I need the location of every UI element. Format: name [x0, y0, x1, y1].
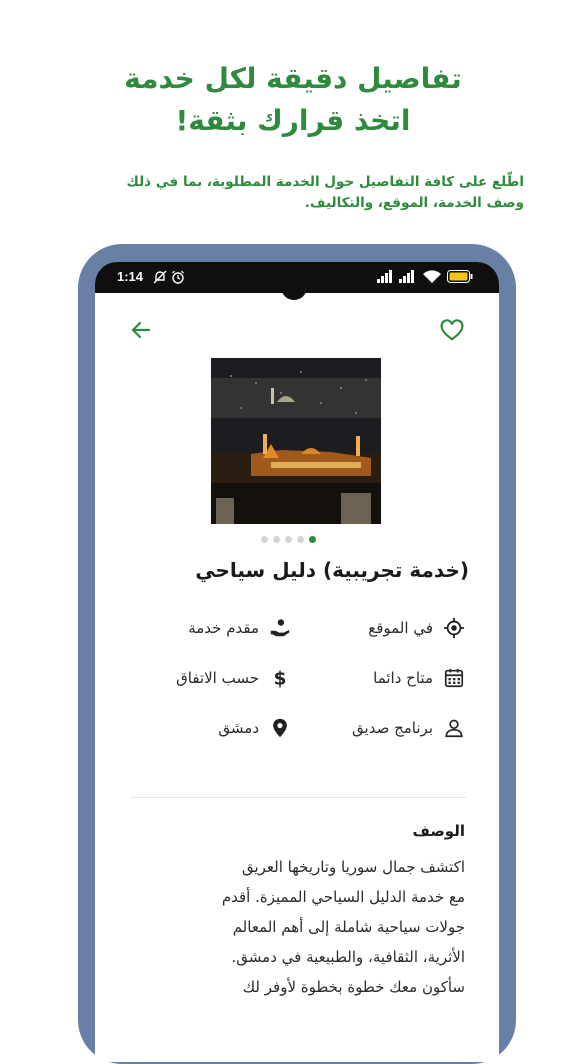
battery-icon [447, 270, 473, 283]
subheadline: اطّلع على كافة التفاصيل حول الخدمة المطل… [40, 172, 525, 214]
phone-screen: 1:14 (خدمة تجريبية) دليل سياحي في الموقع… [95, 262, 499, 1062]
status-time: 1:14 [117, 269, 144, 284]
service-title: (خدمة تجريبية) دليل سياحي [195, 558, 469, 582]
alarm-icon [172, 270, 184, 284]
pagination-dot[interactable] [297, 536, 304, 543]
signal-icon [377, 270, 392, 283]
pagination-dot[interactable] [285, 536, 292, 543]
camera-notch [281, 286, 307, 300]
calendar-icon [444, 668, 464, 688]
mute-icon [153, 270, 167, 284]
description-line: اكتشف جمال سوريا وتاريخها العريق [241, 858, 465, 876]
arrow-back-icon [131, 321, 151, 339]
wifi-icon [423, 270, 441, 283]
info-provider: مقدم خدمة [188, 615, 291, 641]
pagination-dot[interactable] [261, 536, 268, 543]
person-outline-icon [445, 719, 463, 738]
description-text: اكتشف جمال سوريا وتاريخها العريق مع خدمة… [129, 852, 465, 1002]
pagination-dot-active[interactable] [309, 536, 316, 543]
subheadline-line-1: اطّلع على كافة التفاصيل حول الخدمة المطل… [126, 174, 525, 190]
info-program: برنامج صديق [352, 715, 465, 741]
signal-icon-2 [399, 270, 414, 283]
location-target-icon [443, 617, 465, 639]
headline-line-2: اتخذ قرارك بثقة! [175, 104, 411, 137]
service-image[interactable] [211, 358, 381, 524]
damascus-night-photo [211, 358, 381, 524]
favorite-button[interactable] [439, 317, 465, 343]
description-title: الوصف [412, 822, 465, 840]
info-city-label: دمشق [218, 719, 259, 737]
info-provider-label: مقدم خدمة [188, 619, 259, 637]
section-divider [130, 797, 466, 798]
description-line: مع خدمة الدليل السياحي المميزة. أقدم [221, 888, 465, 906]
info-city: دمشق [218, 715, 291, 741]
gallery-pagination [261, 536, 331, 544]
info-price-label: حسب الاتفاق [176, 669, 259, 687]
headline-line-1: تفاصيل دقيقة لكل خدمة [124, 62, 462, 95]
info-location-type-label: في الموقع [368, 619, 433, 637]
description-line: الأثرية، الثقافية، والطبيعية في دمشق. [231, 948, 466, 966]
headline: تفاصيل دقيقة لكل خدمة اتخذ قرارك بثقة! [0, 58, 586, 142]
info-location-type: في الموقع [368, 615, 465, 641]
description-line: جولات سياحية شاملة إلى أهم المعالم [232, 918, 465, 936]
info-price: $ حسب الاتفاق [176, 665, 291, 691]
hand-holding-person-icon [270, 619, 290, 637]
dollar-icon: $ [274, 668, 287, 689]
info-program-label: برنامج صديق [352, 719, 433, 737]
subheadline-line-2: وصف الخدمة، الموقع، والتكاليف. [304, 195, 524, 211]
pagination-dot[interactable] [273, 536, 280, 543]
info-availability-label: متاح دائما [373, 669, 433, 687]
map-pin-icon [273, 718, 287, 738]
svg-text:$: $ [274, 668, 287, 689]
description-line: سأكون معك خطوة بخطوة لأوفر لك [242, 978, 465, 996]
info-availability: متاح دائما [373, 665, 465, 691]
heart-icon [440, 319, 464, 341]
back-button[interactable] [129, 318, 153, 342]
